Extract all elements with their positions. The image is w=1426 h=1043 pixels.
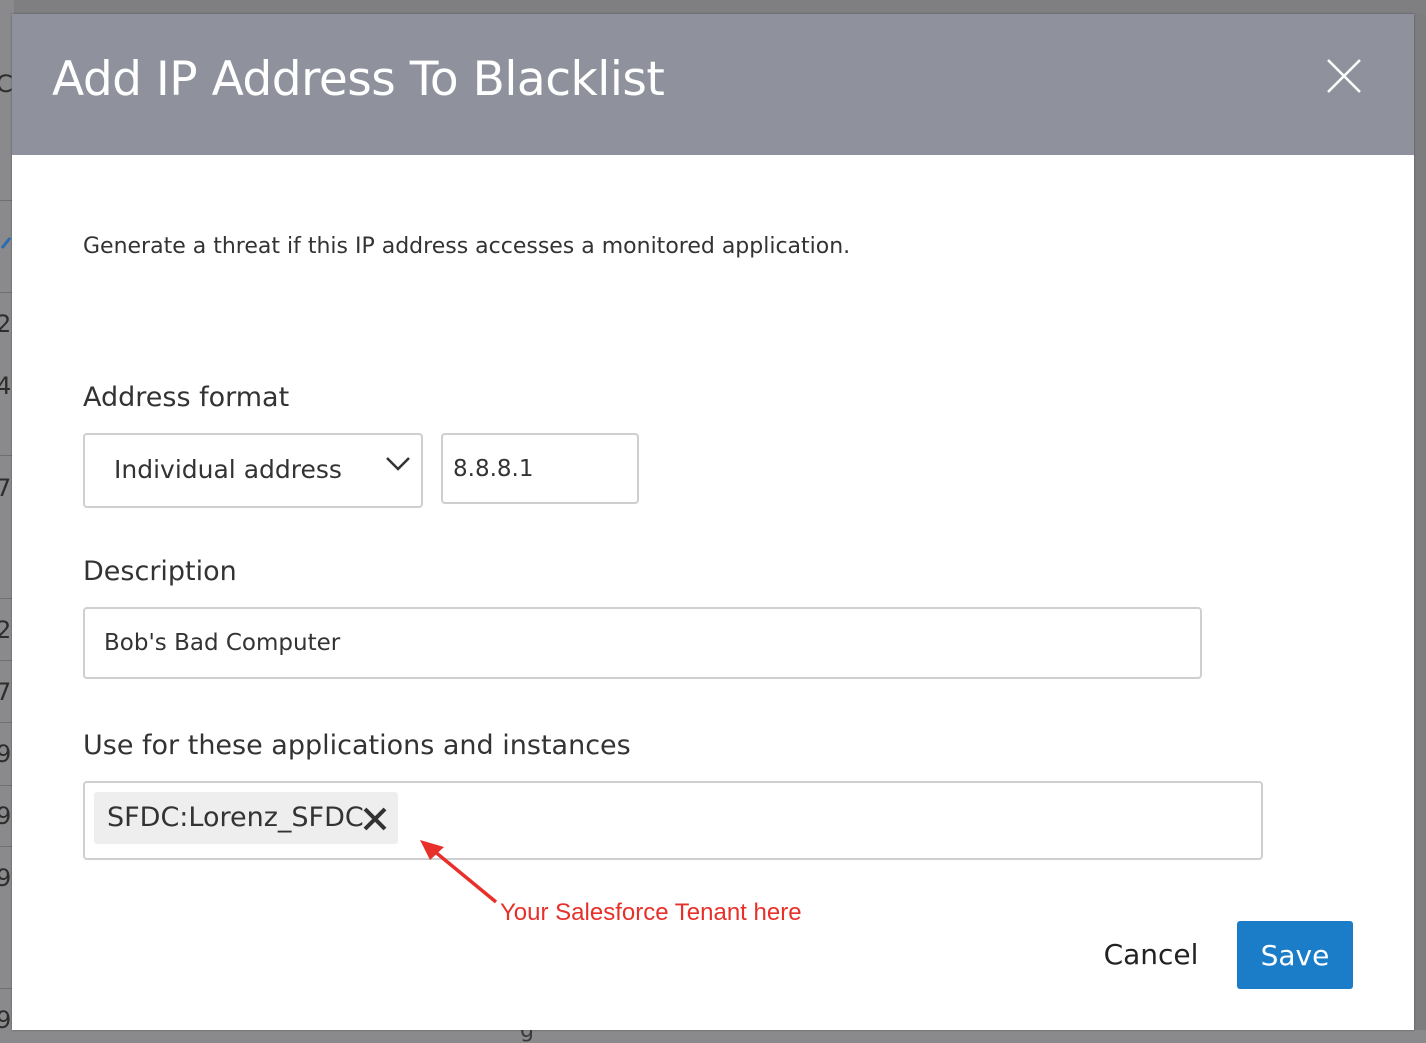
- background-text-fragment: 9: [0, 740, 12, 768]
- annotation-text: Your Salesforce Tenant here: [500, 899, 802, 926]
- applications-multiselect[interactable]: SFDC:Lorenz_SFDC: [83, 781, 1263, 860]
- remove-tag-button[interactable]: [362, 806, 388, 832]
- background-text-fragment: 7: [0, 678, 12, 706]
- modal-header: Add IP Address To Blacklist: [12, 14, 1414, 155]
- background-text-fragment: 9: [0, 864, 12, 892]
- application-tag-label: SFDC:Lorenz_SFDC: [107, 802, 364, 833]
- annotation-arrow-icon: [420, 840, 498, 904]
- close-icon: [1327, 59, 1361, 93]
- applications-label: Use for these applications and instances: [83, 730, 631, 761]
- background-text-fragment: 2: [0, 616, 12, 644]
- cancel-button[interactable]: Cancel: [1086, 924, 1216, 984]
- chevron-down-icon: [386, 457, 410, 471]
- background-text-fragment: C: [0, 70, 13, 98]
- background-text-fragment: 7: [0, 474, 12, 502]
- application-tag: SFDC:Lorenz_SFDC: [94, 792, 398, 844]
- background-bottom-strip: [0, 1030, 1426, 1043]
- address-format-selected-value: Individual address: [114, 455, 342, 484]
- save-button[interactable]: Save: [1237, 921, 1353, 989]
- description-label: Description: [83, 556, 237, 587]
- background-top-strip: [0, 0, 1426, 14]
- ip-address-input[interactable]: [441, 433, 639, 504]
- background-text-fragment: 9: [0, 802, 12, 830]
- background-text-fragment: 4: [0, 372, 12, 400]
- description-input[interactable]: [83, 607, 1202, 679]
- modal-title: Add IP Address To Blacklist: [52, 52, 665, 107]
- close-icon: [363, 807, 387, 831]
- address-format-select[interactable]: Individual address: [83, 433, 423, 508]
- close-button[interactable]: [1322, 54, 1366, 98]
- blacklist-modal: Add IP Address To Blacklist Generate a t…: [12, 14, 1414, 1030]
- modal-intro-text: Generate a threat if this IP address acc…: [83, 234, 851, 259]
- address-format-label: Address format: [83, 382, 290, 413]
- background-text-fragment: 9: [0, 1006, 12, 1034]
- background-text-fragment: 2: [0, 310, 12, 338]
